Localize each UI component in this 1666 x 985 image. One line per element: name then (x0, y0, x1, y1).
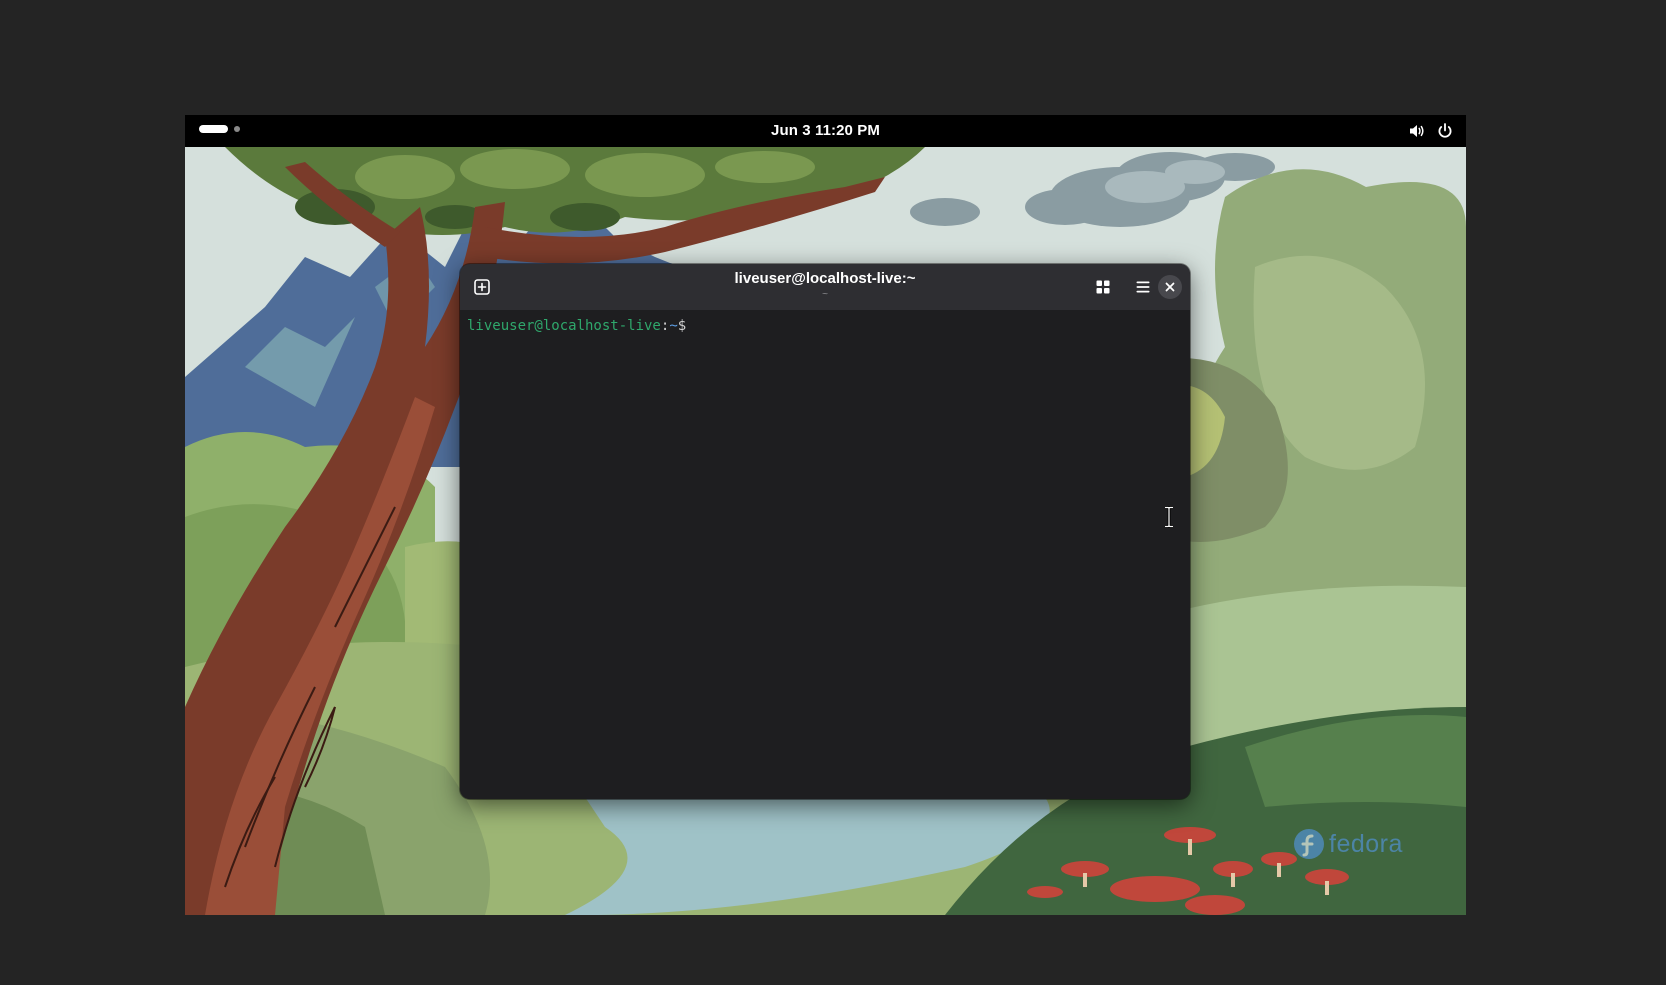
power-icon[interactable] (1436, 122, 1454, 140)
close-icon (1165, 282, 1175, 292)
window-title: liveuser@localhost-live:~ (734, 270, 916, 287)
terminal-headerbar[interactable]: liveuser@localhost-live:~ ~ (460, 264, 1190, 310)
top-bar: Jun 3 11:20 PM (185, 115, 1466, 147)
window-subtitle: ~ (822, 289, 828, 300)
prompt-path: ~ (669, 318, 678, 334)
system-tray[interactable] (1408, 122, 1454, 140)
hamburger-menu-icon (1136, 281, 1150, 293)
terminal-window[interactable]: liveuser@localhost-live:~ ~ liveuser@loc… (460, 264, 1190, 799)
desktop-screen: Jun 3 11:20 PM fedora liveuser@localhost… (185, 115, 1466, 915)
clock[interactable]: Jun 3 11:20 PM (185, 115, 1466, 147)
fedora-logo: fedora (1293, 828, 1403, 860)
terminal-content[interactable]: liveuser@localhost-live:~$ (460, 310, 1190, 799)
main-menu-button[interactable] (1128, 272, 1158, 302)
close-button[interactable] (1158, 275, 1182, 299)
fedora-logo-icon (1294, 829, 1324, 859)
prompt-user-host: liveuser@localhost-live (467, 318, 661, 334)
ibeam-cursor-icon (1165, 506, 1173, 528)
prompt-symbol: $ (677, 318, 687, 334)
tab-overview-button[interactable] (1088, 272, 1118, 302)
fedora-logo-text: fedora (1329, 829, 1403, 858)
volume-icon[interactable] (1408, 122, 1426, 140)
grid-view-icon (1096, 280, 1110, 294)
